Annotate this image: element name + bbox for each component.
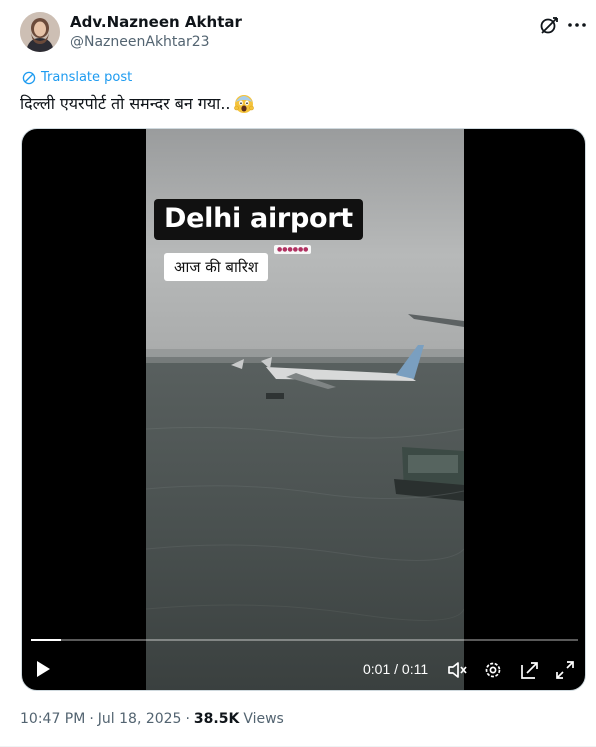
fullscreen-icon	[556, 661, 574, 679]
meta-separator: ·	[185, 711, 190, 727]
play-icon	[37, 661, 50, 677]
avatar[interactable]	[20, 12, 60, 52]
globe-icon	[22, 71, 36, 84]
pip-icon	[521, 662, 538, 679]
video-frame: Delhi airport आज की बारिश ●●●●●●	[146, 129, 464, 690]
face-screaming-in-fear-emoji	[233, 92, 255, 114]
views-count: 38.5K	[193, 711, 240, 727]
video-player[interactable]: Delhi airport आज की बारिश ●●●●●● 0:01 / …	[21, 128, 586, 691]
avatar-image	[20, 12, 60, 52]
translate-post-label: Translate post	[41, 70, 133, 85]
post-text: दिल्ली एयरपोर्ट तो समन्दर बन गया..	[20, 92, 255, 114]
tweet-card: Adv.Nazneen Akhtar @NazneenAkhtar23 Tran…	[0, 0, 596, 747]
post-text-content: दिल्ली एयरपोर्ट तो समन्दर बन गया..	[20, 94, 231, 113]
progress-fill	[31, 639, 62, 641]
time-display: 0:01 / 0:11	[363, 661, 429, 677]
author-handle[interactable]: @NazneenAkhtar23	[70, 34, 210, 50]
settings-button[interactable]	[482, 659, 504, 681]
translate-post-link[interactable]: Translate post	[22, 70, 132, 85]
post-time[interactable]: 10:47 PM	[20, 711, 85, 727]
instagram-watermark: ●●●●●●	[274, 245, 312, 254]
views-label: Views	[243, 711, 284, 727]
video-overlay-subtitle: आज की बारिश	[164, 253, 269, 281]
play-button[interactable]	[33, 659, 53, 679]
post-date[interactable]: Jul 18, 2025	[98, 711, 182, 727]
author-name[interactable]: Adv.Nazneen Akhtar	[70, 13, 242, 31]
picture-in-picture-button[interactable]	[519, 659, 541, 681]
volume-button[interactable]	[446, 659, 468, 681]
gear-icon	[485, 662, 501, 678]
grok-icon[interactable]	[538, 14, 560, 36]
video-overlay-title: Delhi airport	[154, 199, 363, 240]
volume-muted-icon	[448, 662, 467, 678]
fullscreen-button[interactable]	[554, 659, 576, 681]
post-meta: 10:47 PM · Jul 18, 2025 · 38.5K Views	[20, 711, 284, 727]
meta-separator: ·	[89, 711, 94, 727]
progress-bar[interactable]	[31, 639, 578, 641]
more-icon[interactable]	[566, 14, 588, 36]
